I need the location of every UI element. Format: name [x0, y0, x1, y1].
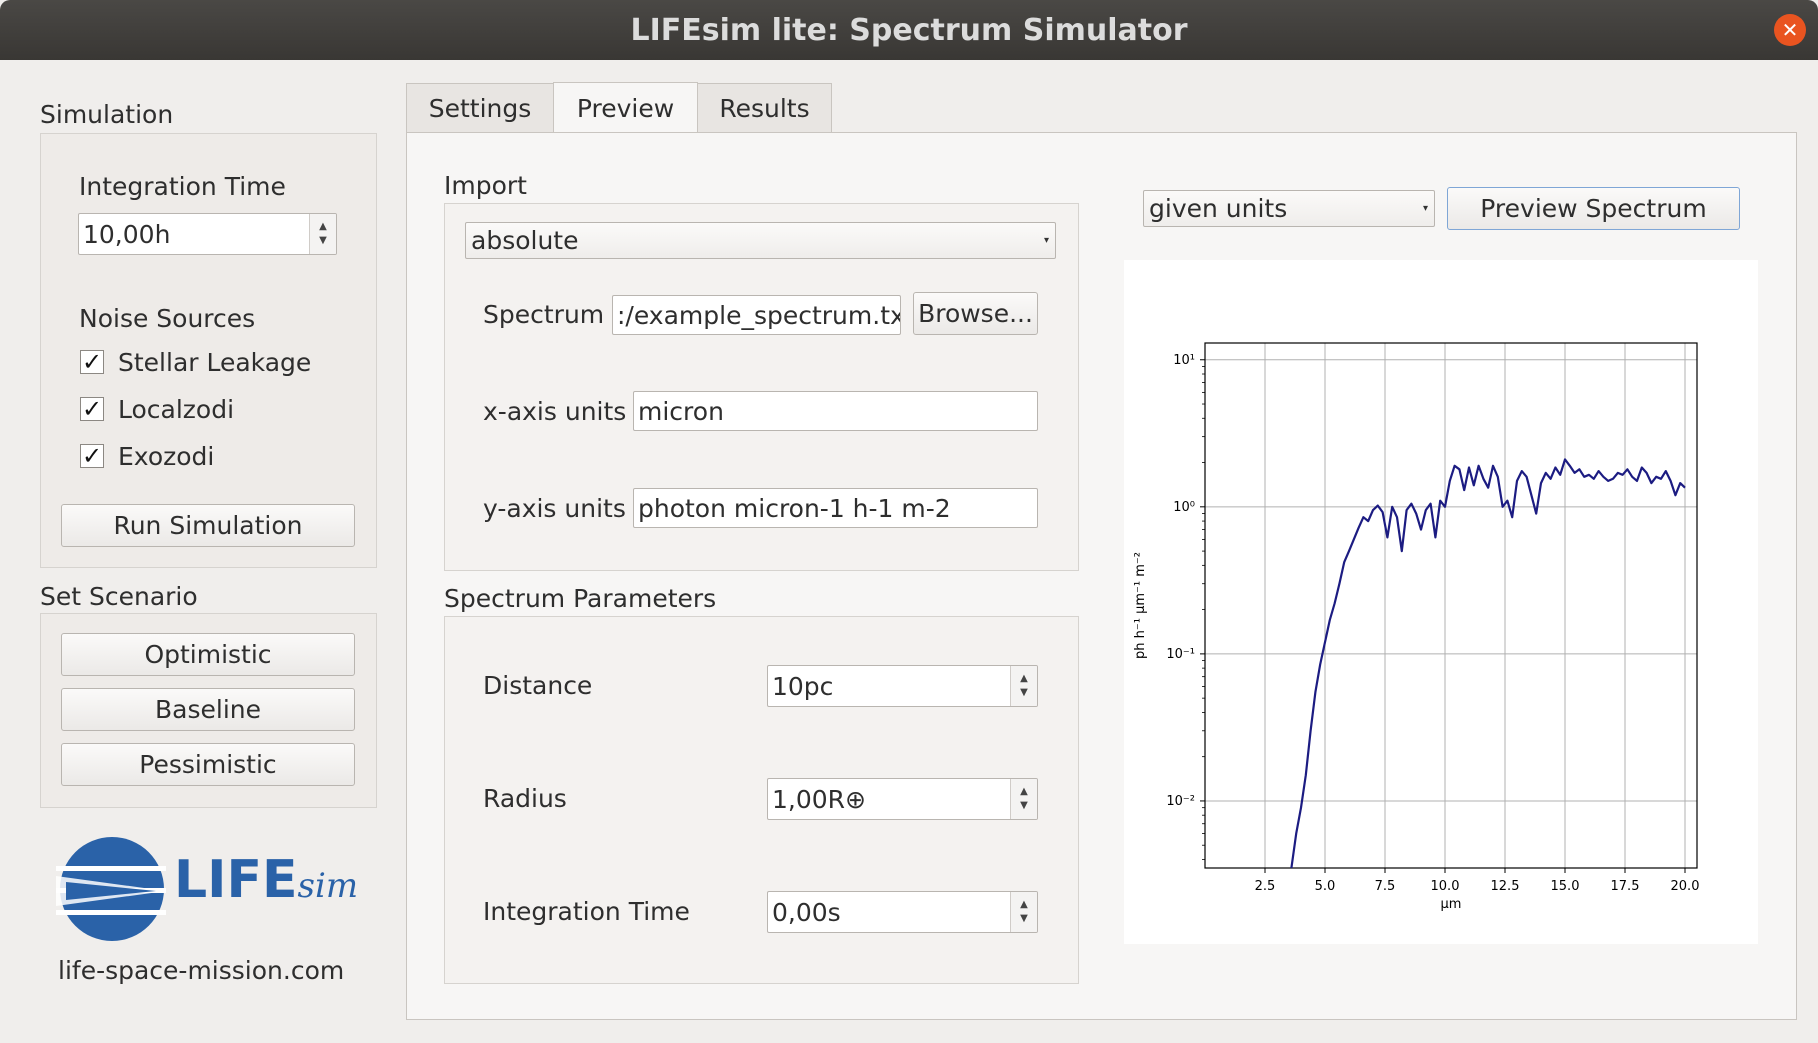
- import-mode-select[interactable]: absolute ▾: [465, 222, 1056, 259]
- close-icon[interactable]: ✕: [1774, 14, 1806, 46]
- x-tick-label: 10.0: [1431, 879, 1460, 894]
- y-tick-label: 10¹: [1173, 353, 1195, 368]
- stellar-leakage-checkbox[interactable]: ✓: [80, 350, 104, 374]
- baseline-button[interactable]: Baseline: [61, 688, 355, 731]
- plot-frame: [1204, 342, 1698, 869]
- y-tick-label: 10⁻²: [1166, 794, 1195, 809]
- browse-button[interactable]: Browse...: [913, 292, 1038, 335]
- units-select-value: given units: [1149, 194, 1288, 223]
- x-tick-label: 7.5: [1375, 879, 1396, 894]
- tab-results[interactable]: Results: [697, 83, 832, 133]
- y-axis-label: ph h⁻¹ μm⁻¹ m⁻²: [1133, 552, 1148, 659]
- x-tick-label: 20.0: [1671, 879, 1700, 894]
- import-mode-value: absolute: [471, 226, 579, 255]
- noise-sources-label: Noise Sources: [79, 304, 256, 333]
- localzodi-checkbox[interactable]: ✓: [80, 397, 104, 421]
- exozodi-checkbox[interactable]: ✓: [80, 444, 104, 468]
- spectrum-path-input[interactable]: :/example_spectrum.txt: [612, 295, 901, 335]
- spin-up-icon[interactable]: ▲: [1020, 898, 1028, 912]
- x-tick-label: 12.5: [1491, 879, 1520, 894]
- spectrum-series-line: [1290, 458, 1686, 869]
- tab-settings[interactable]: Settings: [406, 83, 554, 133]
- spectrum-path-value: :/example_spectrum.txt: [617, 300, 901, 330]
- y-tick-label: 10⁻¹: [1166, 647, 1195, 662]
- spin-up-icon[interactable]: ▲: [1020, 672, 1028, 686]
- run-simulation-button[interactable]: Run Simulation: [61, 504, 355, 547]
- x-tick-label: 2.5: [1255, 879, 1276, 894]
- distance-value: 10pc: [772, 671, 834, 701]
- website-link[interactable]: life-space-mission.com: [58, 956, 344, 985]
- spectrum-label: Spectrum: [483, 300, 605, 329]
- distance-label: Distance: [483, 671, 593, 700]
- optimistic-button[interactable]: Optimistic: [61, 633, 355, 676]
- x-units-input[interactable]: micron: [633, 391, 1038, 431]
- spin-down-icon[interactable]: ▼: [319, 234, 327, 248]
- spin-buttons[interactable]: ▲ ▼: [1010, 666, 1037, 706]
- stellar-leakage-label: Stellar Leakage: [118, 348, 312, 377]
- spin-buttons[interactable]: ▲ ▼: [309, 214, 336, 254]
- y-units-input[interactable]: photon micron-1 h-1 m-2: [633, 488, 1038, 528]
- x-units-label: x-axis units: [483, 397, 627, 426]
- spectrum-plot: 2.5 5.0 7.5 10.0 12.5 15.0 17.5 20.0 10⁻² 10⁻¹ 10⁰…: [1124, 260, 1758, 944]
- chevron-down-icon: ▾: [1043, 235, 1049, 246]
- spin-buttons[interactable]: ▲ ▼: [1010, 892, 1037, 932]
- spin-buttons[interactable]: ▲ ▼: [1010, 779, 1037, 819]
- spectrum-parameters-heading: Spectrum Parameters: [444, 584, 717, 613]
- localzodi-label: Localzodi: [118, 395, 235, 424]
- import-heading: Import: [444, 171, 527, 200]
- pessimistic-button[interactable]: Pessimistic: [61, 743, 355, 786]
- x-axis-label: μm: [1441, 897, 1462, 912]
- distance-spinbox[interactable]: 10pc ▲ ▼: [767, 665, 1038, 707]
- integration-time-value: 10,00h: [83, 219, 171, 249]
- scenario-heading: Set Scenario: [40, 582, 198, 611]
- y-units-label: y-axis units: [483, 494, 626, 523]
- radius-spinbox[interactable]: 1,00R⊕ ▲ ▼: [767, 778, 1038, 820]
- lifesim-logo: LIFEsim: [56, 836, 366, 946]
- logo-text: LIFEsim: [174, 850, 359, 910]
- preview-spectrum-button[interactable]: Preview Spectrum: [1447, 187, 1740, 230]
- spin-down-icon[interactable]: ▼: [1020, 686, 1028, 700]
- units-select[interactable]: given units ▾: [1143, 190, 1435, 227]
- integration-time-param-label: Integration Time: [483, 897, 690, 926]
- exozodi-label: Exozodi: [118, 442, 215, 471]
- tab-preview[interactable]: Preview: [553, 82, 698, 134]
- spin-up-icon[interactable]: ▲: [1020, 785, 1028, 799]
- x-tick-label: 5.0: [1315, 879, 1336, 894]
- integration-time-label: Integration Time: [79, 172, 286, 201]
- y-units-value: photon micron-1 h-1 m-2: [638, 493, 951, 523]
- x-tick-label: 17.5: [1611, 879, 1640, 894]
- simulation-heading: Simulation: [40, 100, 174, 129]
- y-tick-label: 10⁰: [1173, 500, 1195, 515]
- radius-label: Radius: [483, 784, 567, 813]
- chevron-down-icon: ▾: [1422, 203, 1428, 214]
- radius-value: 1,00R⊕: [772, 784, 866, 814]
- spectrum-chart: 2.5 5.0 7.5 10.0 12.5 15.0 17.5 20.0 10⁻² 10⁻¹ 10⁰…: [1133, 342, 1700, 912]
- x-tick-label: 15.0: [1551, 879, 1580, 894]
- window-title: LIFEsim lite: Spectrum Simulator: [630, 12, 1188, 48]
- spin-up-icon[interactable]: ▲: [319, 220, 327, 234]
- x-units-value: micron: [638, 396, 724, 426]
- spin-down-icon[interactable]: ▼: [1020, 912, 1028, 926]
- spin-down-icon[interactable]: ▼: [1020, 799, 1028, 813]
- window-titlebar: LIFEsim lite: Spectrum Simulator ✕: [0, 0, 1818, 60]
- integration-time-param-value: 0,00s: [772, 897, 841, 927]
- integration-time-param-spinbox[interactable]: 0,00s ▲ ▼: [767, 891, 1038, 933]
- integration-time-spinbox[interactable]: 10,00h ▲ ▼: [78, 213, 337, 255]
